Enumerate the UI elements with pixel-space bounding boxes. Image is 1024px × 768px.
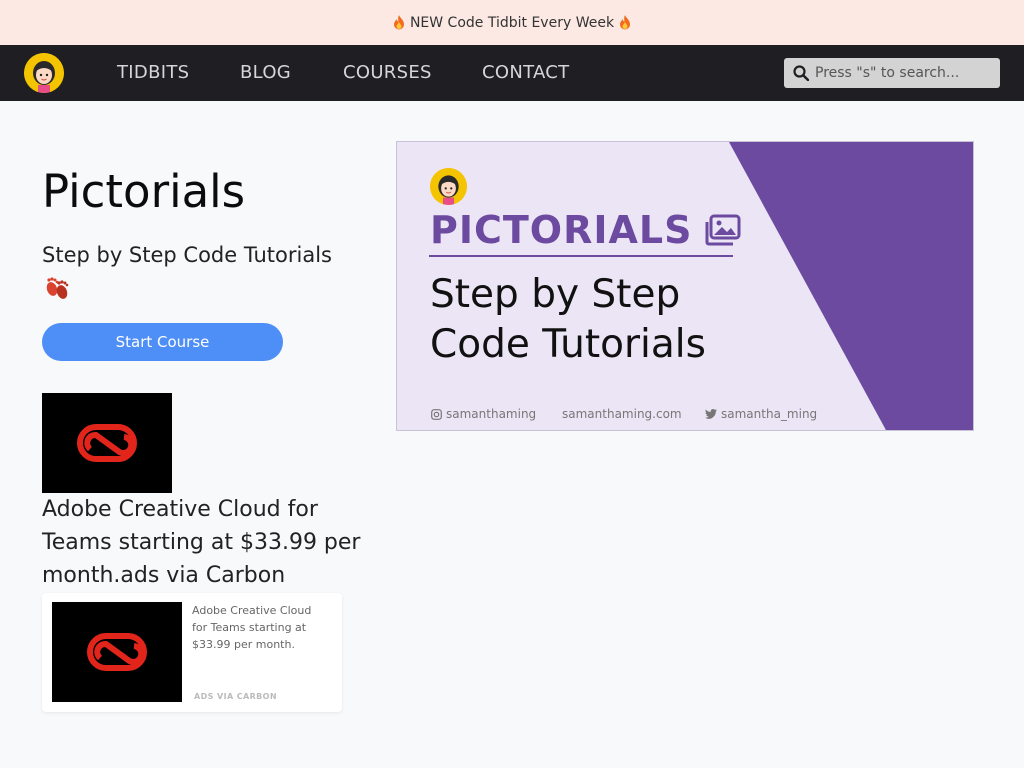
- avatar-logo[interactable]: [24, 53, 64, 93]
- hero-instagram: samanthaming: [431, 407, 536, 421]
- hero-line-2: Code Tutorials: [430, 322, 706, 367]
- hero-website-text: samanthaming.com: [562, 407, 682, 421]
- nav-link-courses[interactable]: COURSES: [343, 62, 432, 83]
- instagram-icon: [431, 408, 442, 420]
- hero-twitter-handle: samantha_ming: [721, 407, 818, 421]
- adobe-cc-logo: [87, 633, 147, 671]
- gallery-icon: [705, 214, 740, 246]
- ad-card-text[interactable]: Adobe Creative Cloud for Teams starting …: [192, 602, 327, 653]
- search-input[interactable]: [815, 65, 995, 81]
- main-nav: TIDBITS BLOG COURSES CONTACT: [0, 45, 1024, 101]
- page-subtitle-block: Step by Step Code Tutorials: [42, 240, 362, 302]
- twitter-icon: [705, 409, 717, 419]
- hero-divider: [429, 255, 733, 257]
- hero-brand-text: PICTORIALS: [430, 208, 693, 252]
- banner-text: NEW Code Tidbit Every Week: [409, 14, 615, 31]
- ad-thumbnail[interactable]: [52, 602, 182, 702]
- hero-avatar: [430, 168, 467, 205]
- hero-website: samanthaming.com: [562, 407, 682, 421]
- ad-headline[interactable]: Adobe Creative Cloud for Teams starting …: [42, 493, 362, 592]
- course-hero-image: PICTORIALS Step by Step Code Tutorials s…: [396, 141, 974, 431]
- adobe-cc-logo: [77, 424, 137, 462]
- search-icon: [793, 65, 809, 81]
- hero-instagram-handle: samanthaming: [446, 407, 537, 421]
- nav-link-contact[interactable]: CONTACT: [482, 62, 569, 83]
- footprints-icon: [46, 277, 69, 299]
- ad-image[interactable]: [42, 393, 172, 493]
- hero-twitter: samantha_ming: [705, 407, 817, 421]
- nav-link-blog[interactable]: BLOG: [240, 62, 291, 83]
- flame-icon: [620, 15, 631, 30]
- page-title: Pictorials: [42, 165, 246, 218]
- hero-brand: PICTORIALS: [430, 208, 741, 252]
- nav-link-tidbits[interactable]: TIDBITS: [117, 62, 189, 83]
- hero-line-1: Step by Step: [430, 272, 681, 317]
- flame-icon: [393, 15, 404, 30]
- ads-via-carbon-link[interactable]: ADS VIA CARBON: [194, 692, 277, 701]
- search-bar[interactable]: [784, 58, 1000, 88]
- carbon-ad-card[interactable]: Adobe Creative Cloud for Teams starting …: [42, 593, 342, 712]
- start-course-button[interactable]: Start Course: [42, 323, 283, 361]
- hero-headline: Step by Step Code Tutorials: [430, 270, 706, 370]
- page-subtitle: Step by Step Code Tutorials: [42, 243, 332, 267]
- announcement-banner[interactable]: NEW Code Tidbit Every Week: [0, 0, 1024, 45]
